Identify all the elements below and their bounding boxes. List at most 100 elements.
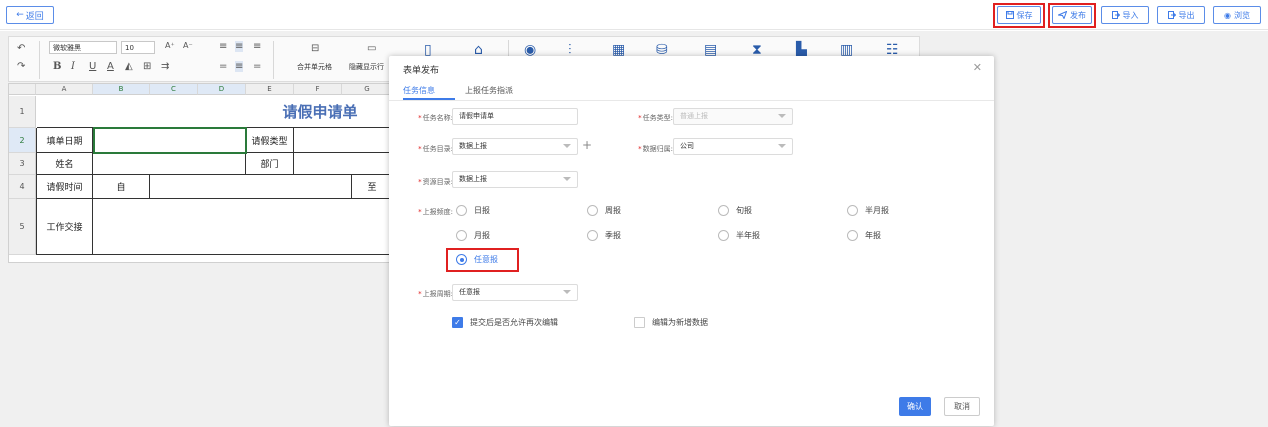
row-header[interactable]: 1 <box>9 96 36 128</box>
valign-bottom-icon[interactable]: = <box>253 61 261 72</box>
column-header[interactable]: D <box>198 84 246 95</box>
align-right-icon[interactable]: ≡ <box>253 41 261 52</box>
row-header[interactable]: 3 <box>9 153 36 175</box>
column-header[interactable]: C <box>150 84 198 95</box>
cell-selection <box>93 127 247 154</box>
cell-handover-value[interactable] <box>93 199 391 255</box>
chevron-down-icon <box>563 290 571 294</box>
radio-circle <box>587 230 598 241</box>
preview-button[interactable]: ◉ 浏览 <box>1213 6 1261 24</box>
cell-handover-label[interactable]: 工作交接 <box>36 199 93 255</box>
cell-name-label[interactable]: 姓名 <box>36 153 93 175</box>
cell-leave-type-value[interactable] <box>294 128 391 153</box>
italic-icon[interactable]: I <box>71 61 75 72</box>
freq-option-monthly[interactable]: 月报 <box>456 230 490 241</box>
close-icon[interactable]: ✕ <box>973 61 982 74</box>
valign-top-icon[interactable]: = <box>219 61 227 72</box>
column-header[interactable]: B <box>93 84 150 95</box>
hide-rows-icon[interactable]: ▭ <box>367 43 376 54</box>
radio-circle <box>847 205 858 216</box>
cell-leave-type-label[interactable]: 请假类型 <box>246 128 294 153</box>
freq-option-halfyear[interactable]: 半年报 <box>718 230 760 241</box>
column-header[interactable]: A <box>36 84 93 95</box>
back-label: 返回 <box>25 11 44 22</box>
tab-task-info[interactable]: 任务信息 <box>403 85 435 96</box>
spreadsheet[interactable]: A B C D E F G 1 2 3 4 5 请假申请单 填单日期 请假类型 … <box>8 83 392 263</box>
cell-leave-time-label[interactable]: 请假时间 <box>36 175 93 199</box>
cell-to-label[interactable]: 至 <box>352 175 391 199</box>
period-label: *上报周期: <box>418 290 453 298</box>
cancel-button[interactable]: 取消 <box>944 397 980 416</box>
edit-as-new-checkbox[interactable]: 编辑为新增数据 <box>634 317 708 328</box>
font-decrease-icon[interactable]: A⁻ <box>183 41 193 50</box>
redo-icon[interactable]: ↷ <box>17 61 25 72</box>
save-button[interactable]: 保存 <box>997 6 1041 24</box>
wrap-icon[interactable]: ⇉ <box>161 61 169 72</box>
valign-middle-icon[interactable]: ≡ <box>235 61 244 72</box>
merge-icon[interactable]: ⊟ <box>311 43 319 54</box>
res-dir-select[interactable]: 数据上报 <box>452 171 578 188</box>
fill-color-icon[interactable]: ◭ <box>125 61 133 72</box>
freq-label: *上报频度: <box>418 208 453 216</box>
column-header[interactable]: E <box>246 84 294 95</box>
undo-icon[interactable]: ↶ <box>17 43 25 54</box>
freq-option-quarterly[interactable]: 季报 <box>587 230 621 241</box>
add-dir-icon[interactable]: + <box>582 138 592 152</box>
chevron-down-icon <box>778 114 786 118</box>
merge-cells-label[interactable]: 合并单元格 <box>297 62 332 72</box>
import-button[interactable]: 导入 <box>1101 6 1149 24</box>
font-color-icon[interactable]: A <box>107 61 114 72</box>
active-tab-indicator <box>403 98 455 100</box>
bold-icon[interactable]: B <box>53 61 61 72</box>
cell-from-label[interactable]: 自 <box>93 175 150 199</box>
cell-name-value[interactable] <box>93 153 246 175</box>
freq-option-halfmonth[interactable]: 半月报 <box>847 205 889 216</box>
radio-circle <box>456 230 467 241</box>
cell-dept-label[interactable]: 部门 <box>246 153 294 175</box>
import-icon <box>1111 11 1120 19</box>
export-button[interactable]: 导出 <box>1157 6 1205 24</box>
confirm-button[interactable]: 确认 <box>899 397 931 416</box>
cell-from-value[interactable] <box>150 175 352 199</box>
task-name-input[interactable]: 请假申请单 <box>452 108 578 125</box>
ribbon-divider <box>273 41 274 79</box>
freq-option-weekly[interactable]: 周报 <box>587 205 621 216</box>
period-select[interactable]: 任意报 <box>452 284 578 301</box>
publish-label: 发布 <box>1070 10 1086 20</box>
column-header[interactable]: G <box>342 84 391 95</box>
check-icon: ✓ <box>452 317 463 328</box>
cell-dept-value[interactable] <box>294 153 391 175</box>
corner-header <box>9 84 36 95</box>
row-header[interactable]: 5 <box>9 199 36 255</box>
tab-task-assign[interactable]: 上报任务指派 <box>465 85 513 96</box>
form-title-cell[interactable]: 请假申请单 <box>37 96 391 128</box>
font-name-select[interactable]: 微软雅黑 <box>49 41 117 54</box>
freq-option-yearly[interactable]: 年报 <box>847 230 881 241</box>
dialog-title: 表单发布 <box>403 66 440 76</box>
publish-button[interactable]: 发布 <box>1052 6 1092 24</box>
freq-option-any[interactable]: 任意报 <box>456 254 498 265</box>
align-center-icon[interactable]: ≡ <box>235 41 244 52</box>
column-header[interactable]: F <box>294 84 342 95</box>
row-header[interactable]: 2 <box>9 128 36 153</box>
row-header[interactable]: 4 <box>9 175 36 199</box>
ribbon-divider <box>39 41 40 79</box>
data-owner-select[interactable]: 公司 <box>673 138 793 155</box>
underline-icon[interactable]: U <box>89 61 96 72</box>
tab-divider <box>389 100 994 101</box>
freq-option-daily[interactable]: 日报 <box>456 205 490 216</box>
radio-circle-selected <box>456 254 467 265</box>
chevron-down-icon <box>563 177 571 181</box>
import-label: 导入 <box>1122 10 1139 20</box>
font-size-select[interactable]: 10 <box>121 41 155 54</box>
hide-rows-label[interactable]: 隐藏显示行 <box>349 62 384 72</box>
border-icon[interactable]: ⊞ <box>143 61 151 72</box>
font-increase-icon[interactable]: A⁺ <box>165 41 175 50</box>
back-button[interactable]: ← 返回 <box>6 6 54 24</box>
save-icon <box>1005 11 1014 19</box>
freq-option-tendays[interactable]: 旬报 <box>718 205 752 216</box>
align-left-icon[interactable]: ≡ <box>219 41 227 52</box>
task-dir-select[interactable]: 数据上报 <box>452 138 578 155</box>
cell-fill-date-label[interactable]: 填单日期 <box>36 128 93 153</box>
allow-reedit-checkbox[interactable]: ✓ 提交后是否允许再次编辑 <box>452 317 558 328</box>
